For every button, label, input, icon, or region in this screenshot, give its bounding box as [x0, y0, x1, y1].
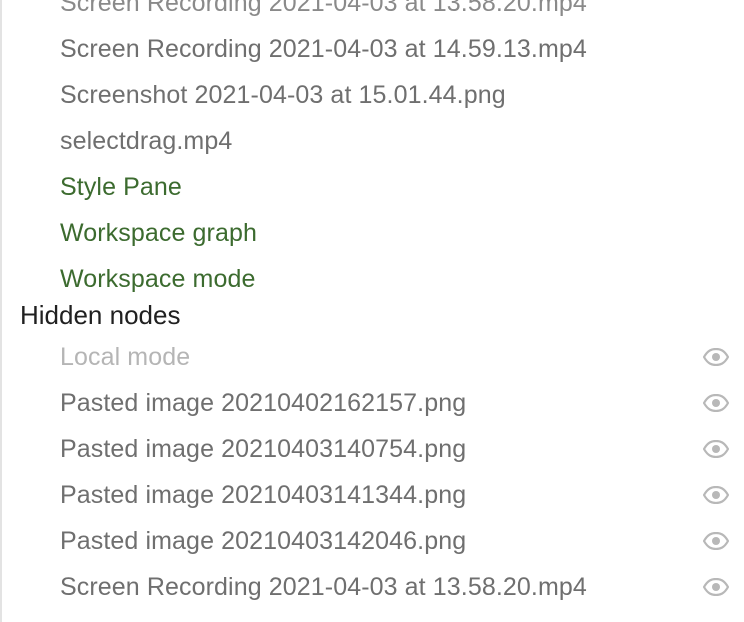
eye-icon[interactable] [702, 530, 730, 552]
eye-icon[interactable] [702, 346, 730, 368]
eye-icon[interactable] [702, 438, 730, 460]
hidden-list-item[interactable]: Local mode [60, 334, 744, 380]
list-item-label: Workspace graph [60, 219, 257, 247]
hidden-list-item[interactable]: Screen Recording 2021-04-03 at 13.58.20.… [60, 564, 744, 610]
list-item-label: Screenshot 2021-04-03 at 15.01.44.png [60, 81, 506, 109]
list-item-label: Local mode [60, 343, 191, 371]
list-item-label: Screen Recording 2021-04-03 at 13.58.20.… [60, 0, 587, 17]
list-item[interactable]: Style Pane [60, 164, 744, 210]
list-item-label: Pasted image 20210403140754.png [60, 435, 467, 463]
list-item[interactable]: Screen Recording 2021-04-03 at 13.58.20.… [60, 0, 744, 26]
hidden-list-item[interactable]: Pasted image 20210403141344.png [60, 472, 744, 518]
hidden-list-item[interactable]: Pasted image 20210402162157.png [60, 380, 744, 426]
list-item[interactable]: selectdrag.mp4 [60, 118, 744, 164]
hidden-list-item[interactable]: Pasted image 20210403142046.png [60, 518, 744, 564]
hidden-list-item[interactable]: Pasted image 20210403140754.png [60, 426, 744, 472]
list-item-label: selectdrag.mp4 [60, 127, 233, 155]
list-item-label: Pasted image 20210402162157.png [60, 389, 467, 417]
eye-icon[interactable] [702, 576, 730, 598]
visible-node-list: Screen Recording 2021-04-03 at 13.58.20.… [60, 0, 744, 302]
eye-icon[interactable] [702, 484, 730, 506]
list-item-label: Screen Recording 2021-04-03 at 14.59.13.… [60, 35, 587, 63]
hidden-nodes-header: Hidden nodes [20, 300, 181, 330]
list-item-label: Screen Recording 2021-04-03 at 13.58.20.… [60, 573, 587, 601]
list-item-label: Pasted image 20210403142046.png [60, 527, 467, 555]
eye-icon[interactable] [702, 392, 730, 414]
list-item-label: Workspace mode [60, 265, 256, 293]
list-item-label: Style Pane [60, 173, 182, 201]
list-item[interactable]: Workspace graph [60, 210, 744, 256]
node-list-panel: Screen Recording 2021-04-03 at 13.58.20.… [0, 0, 744, 622]
list-item[interactable]: Screen Recording 2021-04-03 at 14.59.13.… [60, 26, 744, 72]
list-item-label: Pasted image 20210403141344.png [60, 481, 467, 509]
list-item[interactable]: Screenshot 2021-04-03 at 15.01.44.png [60, 72, 744, 118]
hidden-node-list: Local mode Pasted image 20210402162157.p… [60, 334, 744, 610]
